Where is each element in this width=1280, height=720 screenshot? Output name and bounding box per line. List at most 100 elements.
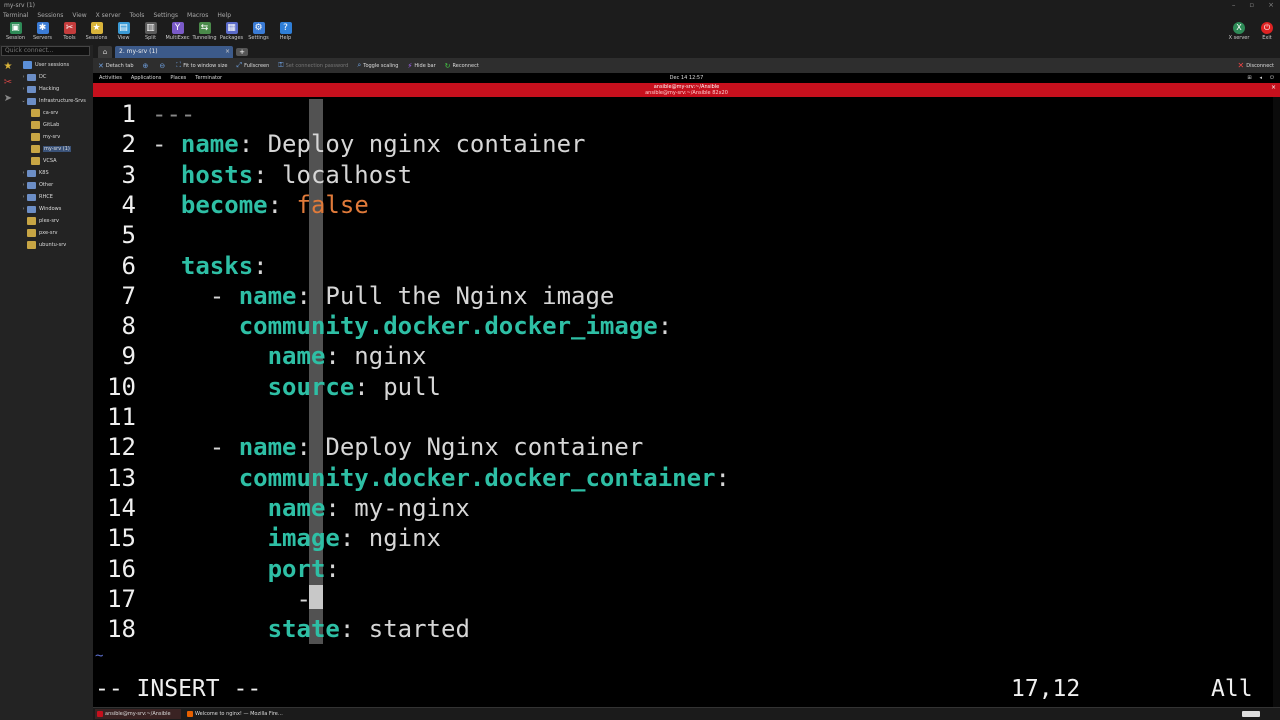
yaml-text: : <box>715 463 730 492</box>
folder-icon <box>27 85 36 93</box>
line-content: - <box>152 584 310 614</box>
yaml-text: --- <box>152 100 196 128</box>
toolbar-sessions-button[interactable]: ★ Sessions <box>83 21 110 45</box>
line-content: --- <box>152 99 195 129</box>
expand-arrow-icon[interactable]: › <box>20 170 27 176</box>
menu-terminal[interactable]: Terminal <box>3 11 28 21</box>
taskbar-label: Welcome to nginx! — Mozilla Fire… <box>195 711 283 717</box>
tab-close-icon[interactable]: × <box>225 46 230 58</box>
star-icon[interactable]: ★ <box>2 61 14 73</box>
maximize-icon[interactable]: ▫ <box>1249 0 1254 11</box>
close-icon[interactable]: × <box>1268 0 1274 11</box>
yaml-text <box>152 312 239 340</box>
tree-item-label: Windows <box>39 206 62 212</box>
session-hide-bar-button[interactable]: ⚡ Hide bar <box>407 62 435 70</box>
session-fit-to-window-size-button[interactable]: ⛶ Fit to window size <box>176 61 227 70</box>
toolbar-label: Tools <box>63 35 76 41</box>
session-icon: ▣ <box>9 22 22 34</box>
quick-connect-input[interactable]: Quick connect... <box>1 46 90 56</box>
menu-macros[interactable]: Macros <box>187 11 208 21</box>
tree-item-dc[interactable]: › DC <box>16 71 92 83</box>
network-icon[interactable]: ⊞ <box>1247 73 1251 83</box>
taskbar-item[interactable]: ansible@my-srv:~/Ansible <box>95 709 181 719</box>
expand-arrow-icon[interactable]: ⌄ <box>20 98 27 104</box>
menu-settings[interactable]: Settings <box>153 11 178 21</box>
tree-item-gitlab[interactable]: GitLab <box>16 119 92 131</box>
volume-icon[interactable]: ◂ <box>1260 73 1263 83</box>
key-icon: ⚿ <box>278 61 284 69</box>
toolbar-label: Sessions <box>85 35 108 41</box>
tree-item-my-srv[interactable]: my-srv <box>16 131 92 143</box>
expand-arrow-icon[interactable]: › <box>20 206 27 212</box>
line-number: 11 <box>107 403 136 431</box>
menu-sessions[interactable]: Sessions <box>37 11 63 21</box>
session-fullscreen-button[interactable]: ⤢ Fullscreen <box>237 61 270 70</box>
toolbar-x-server-button[interactable]: XX server <box>1225 21 1253 45</box>
tree-item-windows[interactable]: › Windows <box>16 203 92 215</box>
session-detach-tab-button[interactable]: ✕ Detach tab <box>98 62 134 70</box>
tools-icon[interactable]: ✂ <box>2 77 14 89</box>
tree-item-my-srv-1-[interactable]: my-srv (1) <box>16 143 92 155</box>
menu-view[interactable]: View <box>72 11 86 21</box>
power-menu-icon[interactable]: ⏻ <box>1270 73 1274 83</box>
yaml-key: tasks <box>180 251 254 280</box>
yaml-text <box>152 161 181 189</box>
toolbar-multiexec-button[interactable]: Y MultiExec <box>164 21 191 45</box>
session-zoom-out-button[interactable]: ⊖ <box>159 62 167 70</box>
firefox-icon <box>187 711 193 717</box>
tree-item-ca-srv[interactable]: ca-srv <box>16 107 92 119</box>
session-toggle-scaling-button[interactable]: ⌕ Toggle scaling <box>357 61 398 70</box>
toolbar-tools-button[interactable]: ✂ Tools <box>56 21 83 45</box>
yaml-text: : started <box>339 615 470 644</box>
expand-arrow-icon[interactable]: › <box>20 86 27 92</box>
folder-icon <box>27 181 36 189</box>
taskbar-item[interactable]: Welcome to nginx! — Mozilla Fire… <box>185 709 283 719</box>
clock[interactable]: Dec 14 12:57 <box>670 75 704 81</box>
session-set-connection-password-button: ⚿ Set connection password <box>278 61 348 70</box>
sessions-sidebar: Quick connect... ★ ✂ ➤ User sessions › DC ›… <box>0 45 93 720</box>
tree-item-vcsa[interactable]: VCSA <box>16 155 92 167</box>
expand-arrow-icon[interactable]: › <box>20 194 27 200</box>
toolbar-tunneling-button[interactable]: ⇆ Tunneling <box>191 21 218 45</box>
disconnect-button[interactable]: ✕ Disconnect <box>1238 58 1274 73</box>
toolbar-exit-button[interactable]: ⏻ Exit <box>1253 21 1280 45</box>
terminal-scrollbar[interactable] <box>1273 97 1280 707</box>
menu-tools[interactable]: Tools <box>130 11 145 21</box>
session-toolbar-label: Set connection password <box>285 62 349 69</box>
tree-item-pxe-srv[interactable]: pxe-srv <box>16 227 92 239</box>
tree-item-plex-srv[interactable]: plex-srv <box>16 215 92 227</box>
tree-item-rhce[interactable]: › RHCE <box>16 191 92 203</box>
tree-item-ubuntu-srv[interactable]: ubuntu-srv <box>16 239 92 251</box>
toolbar-view-button[interactable]: ▤ View <box>110 21 137 45</box>
code-line: 12 - name: Deploy Nginx container <box>93 432 1273 462</box>
code-line: 17 - <box>93 584 1273 614</box>
tree-item-other[interactable]: › Other <box>16 179 92 191</box>
terminal-close-icon[interactable]: × <box>1271 84 1276 91</box>
minimize-icon[interactable]: – <box>1232 0 1236 11</box>
line-number: 4 <box>121 190 136 219</box>
toolbar-help-button[interactable]: ? Help <box>272 21 299 45</box>
menu-x-server[interactable]: X server <box>96 11 121 21</box>
session-icon <box>31 109 40 117</box>
yaml-key: become <box>180 190 268 219</box>
tree-item-user-sessions[interactable]: User sessions <box>16 59 92 71</box>
macros-icon[interactable]: ➤ <box>2 93 14 105</box>
vim-editor[interactable]: 1 --- 2- name: Deploy nginx container 3 hos… <box>93 97 1273 707</box>
toolbar-settings-button[interactable]: ⚙ Settings <box>245 21 272 45</box>
tree-item-hacking[interactable]: › Hacking <box>16 83 92 95</box>
expand-arrow-icon[interactable]: › <box>20 74 27 80</box>
new-tab-button[interactable]: + <box>236 48 248 56</box>
home-tab-icon[interactable]: ⌂ <box>98 46 112 58</box>
tree-item-infrastructure-srvs[interactable]: ⌄ Infrastructure-Srvs <box>16 95 92 107</box>
expand-arrow-icon[interactable]: › <box>20 182 27 188</box>
toolbar-session-button[interactable]: ▣ Session <box>2 21 29 45</box>
keyboard-indicator[interactable] <box>1242 711 1260 717</box>
session-zoom-in-button[interactable]: ⊕ <box>143 62 151 70</box>
session-reconnect-button[interactable]: ↻ Reconnect <box>445 62 479 70</box>
menu-help[interactable]: Help <box>217 11 231 21</box>
toolbar-split-button[interactable]: ▥ Split <box>137 21 164 45</box>
toolbar-packages-button[interactable]: ▦ Packages <box>218 21 245 45</box>
tab-my-srv-1[interactable]: 2. my-srv (1) × <box>115 46 233 58</box>
tree-item-k8s[interactable]: › K8S <box>16 167 92 179</box>
toolbar-servers-button[interactable]: ✱ Servers <box>29 21 56 45</box>
